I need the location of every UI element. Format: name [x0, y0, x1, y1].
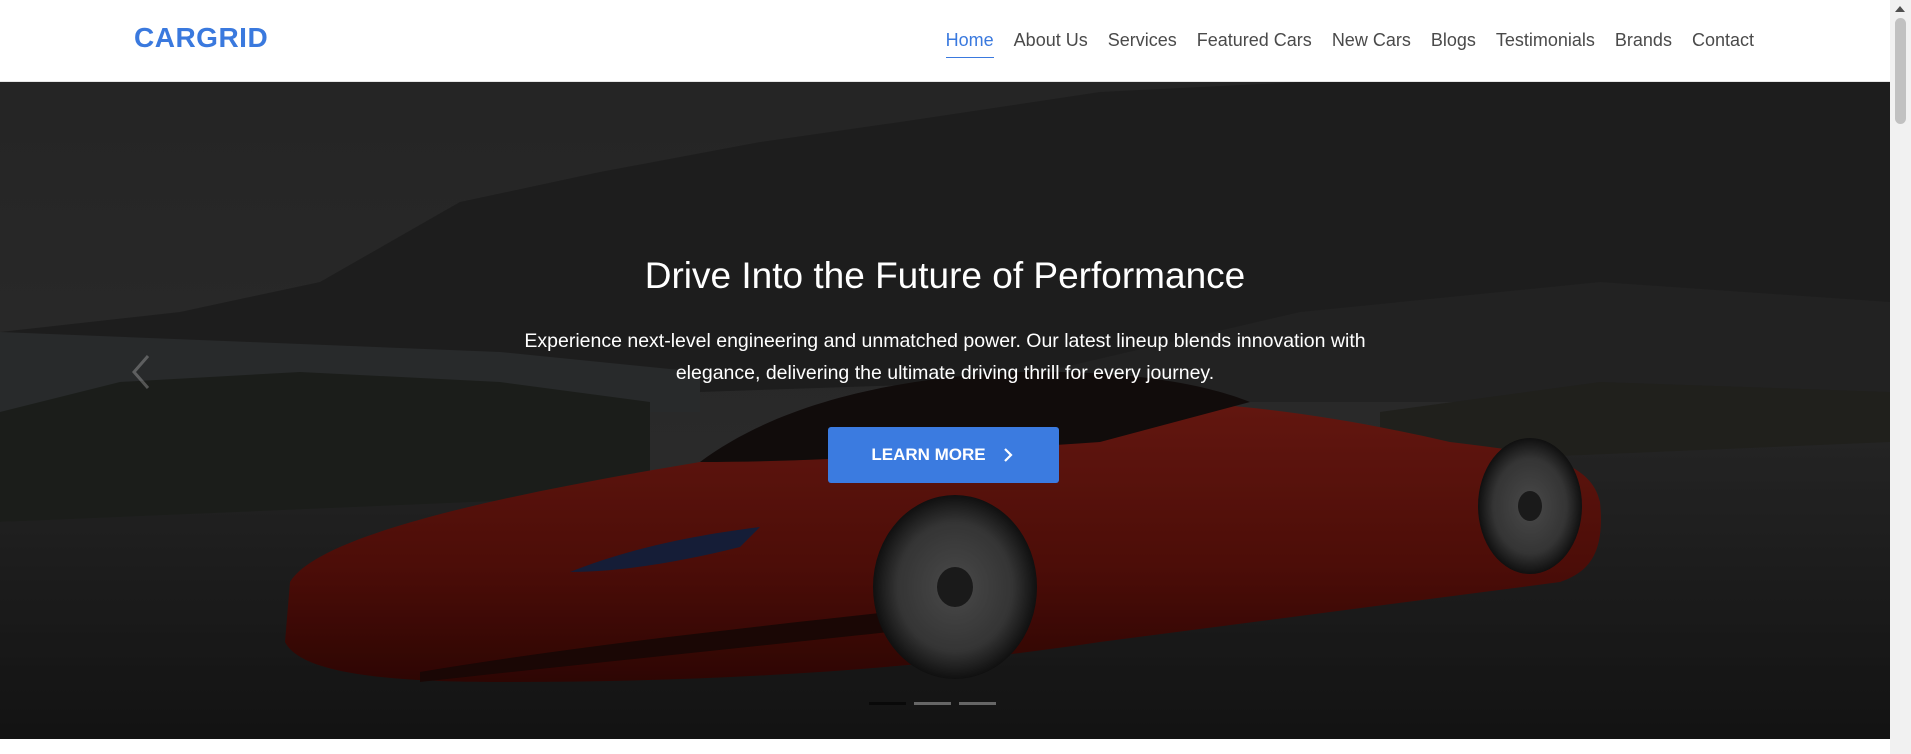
carousel-prev-icon[interactable] — [128, 352, 156, 392]
vertical-scrollbar[interactable] — [1890, 0, 1911, 754]
scrollbar-thumb[interactable] — [1895, 18, 1906, 124]
nav-item-featured-cars[interactable]: Featured Cars — [1197, 28, 1312, 58]
hero-title: Drive Into the Future of Performance — [644, 255, 1246, 296]
brand-logo[interactable]: CARGRID — [134, 22, 268, 54]
navbar: CARGRID Home About Us Services Featured … — [0, 0, 1890, 82]
nav-item-contact[interactable]: Contact — [1692, 28, 1754, 58]
nav-item-about-us[interactable]: About Us — [1014, 28, 1088, 58]
nav-menu: Home About Us Services Featured Cars New… — [945, 28, 1754, 58]
learn-more-button[interactable]: LEARN MORE — [828, 427, 1059, 483]
scroll-up-icon[interactable] — [1895, 6, 1905, 12]
hero-carousel: Drive Into the Future of Performance Exp… — [0, 82, 1890, 739]
hero-description: Experience next-level engineering and un… — [524, 330, 1366, 384]
nav-item-new-cars[interactable]: New Cars — [1332, 28, 1411, 58]
carousel-indicator-1[interactable] — [869, 702, 906, 705]
nav-item-services[interactable]: Services — [1108, 28, 1177, 58]
chevron-right-icon — [1003, 448, 1013, 462]
learn-more-label: LEARN MORE — [871, 445, 986, 464]
nav-item-home[interactable]: Home — [945, 28, 994, 58]
carousel-indicator-2[interactable] — [914, 702, 951, 705]
carousel-indicators — [869, 702, 996, 705]
nav-item-testimonials[interactable]: Testimonials — [1496, 28, 1595, 58]
carousel-indicator-3[interactable] — [959, 702, 996, 705]
nav-item-blogs[interactable]: Blogs — [1431, 28, 1476, 58]
hero-background-image — [0, 82, 1890, 739]
nav-item-brands[interactable]: Brands — [1615, 28, 1672, 58]
